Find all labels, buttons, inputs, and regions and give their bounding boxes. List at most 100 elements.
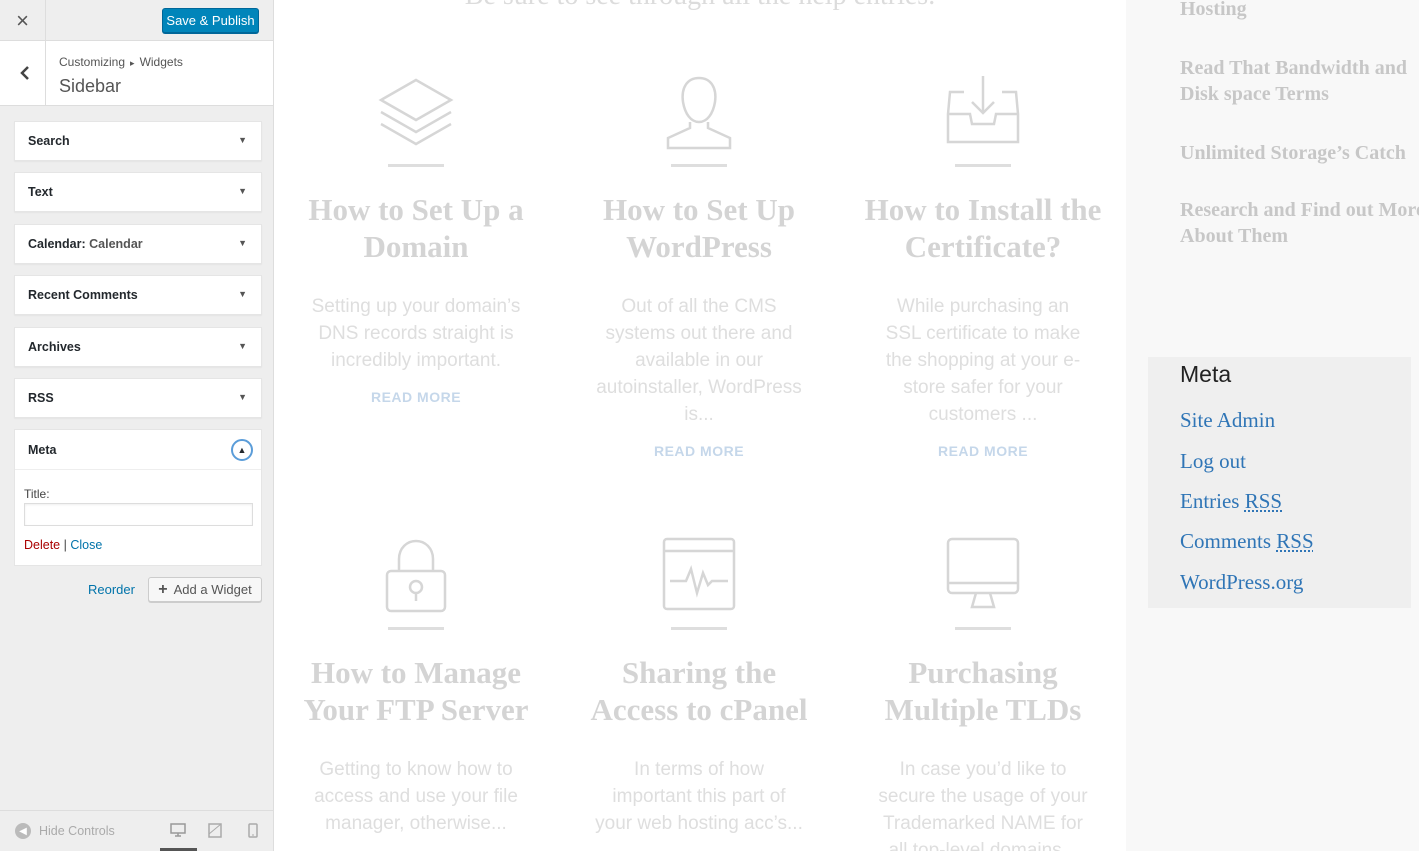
card-title[interactable]: Sharing the Access to cPanel bbox=[579, 654, 819, 728]
breadcrumb-current: Widgets bbox=[139, 55, 183, 69]
add-widget-label: Add a Widget bbox=[173, 582, 252, 597]
card-excerpt: While purchasing an SSL certificate to m… bbox=[885, 296, 1081, 425]
close-link[interactable]: Close bbox=[70, 538, 102, 552]
widget-meta-expanded: Meta ▲ Title: Delete | Close bbox=[14, 429, 262, 566]
card-excerpt: Setting up your domain’s DNS records str… bbox=[311, 296, 521, 371]
back-button[interactable] bbox=[0, 41, 46, 105]
monitor-icon bbox=[946, 537, 1020, 609]
recent-post-link[interactable]: Unlimited Storage’s Catch bbox=[1180, 140, 1419, 166]
divider bbox=[671, 627, 727, 630]
entries-rss-link[interactable]: Entries RSS bbox=[1180, 489, 1282, 514]
card-title[interactable]: How to Install the Certificate? bbox=[863, 191, 1103, 265]
widget-title: Calendar bbox=[89, 237, 143, 251]
widget-label: Search bbox=[28, 134, 70, 148]
card-title[interactable]: How to Set Up a Domain bbox=[296, 191, 536, 265]
read-more-link[interactable]: READ MORE bbox=[296, 389, 536, 405]
meta-title: Meta bbox=[1180, 361, 1232, 387]
help-heading: Be sure to see through all the help entr… bbox=[274, 0, 1126, 12]
customizer-panel: × Save & Publish Customizing ▸ Widgets Sid… bbox=[0, 0, 274, 851]
divider bbox=[671, 164, 727, 167]
rss-abbr: RSS bbox=[1244, 489, 1283, 513]
hide-controls-label: Hide Controls bbox=[39, 824, 115, 838]
customizer-footer: ◀ Hide Controls bbox=[0, 810, 273, 851]
arrow-up-icon[interactable]: ▲ bbox=[231, 439, 253, 461]
arrow-down-icon[interactable]: ▼ bbox=[238, 341, 247, 351]
help-card: Purchasing Multiple TLDs In case you’d l… bbox=[863, 535, 1103, 851]
plus-icon: + bbox=[158, 580, 168, 598]
divider bbox=[388, 627, 444, 630]
breadcrumb-sep: ▸ bbox=[130, 58, 135, 68]
card-title[interactable]: Purchasing Multiple TLDs bbox=[863, 654, 1103, 728]
arrow-down-icon[interactable]: ▼ bbox=[238, 392, 247, 402]
hide-controls-button[interactable]: ◀ Hide Controls bbox=[15, 823, 115, 839]
card-title[interactable]: How to Set Up WordPress bbox=[579, 191, 819, 265]
recent-post-link[interactable]: Read That Bandwidth and Disk space Terms bbox=[1180, 55, 1419, 107]
mobile-icon[interactable] bbox=[248, 823, 258, 838]
wordpress-org-link[interactable]: WordPress.org bbox=[1180, 570, 1303, 595]
widget-rss[interactable]: RSS ▼ bbox=[14, 378, 262, 418]
desktop-icon[interactable] bbox=[170, 823, 186, 837]
reorder-link[interactable]: Reorder bbox=[88, 582, 135, 597]
delete-link[interactable]: Delete bbox=[24, 538, 60, 552]
comments-rss-text: Comments bbox=[1180, 529, 1277, 553]
widget-calendar[interactable]: Calendar: Calendar ▼ bbox=[14, 224, 262, 264]
close-icon: × bbox=[16, 7, 29, 33]
widget-meta-header[interactable]: Meta ▲ bbox=[15, 430, 261, 470]
site-admin-link[interactable]: Site Admin bbox=[1180, 408, 1275, 433]
lock-icon bbox=[385, 539, 447, 613]
comments-rss-link[interactable]: Comments RSS bbox=[1180, 529, 1314, 554]
widget-label: Text bbox=[28, 185, 53, 199]
arrow-down-icon[interactable]: ▼ bbox=[238, 238, 247, 248]
divider bbox=[955, 164, 1011, 167]
section-title: Sidebar bbox=[59, 76, 122, 96]
widget-search[interactable]: Search ▼ bbox=[14, 121, 262, 161]
help-card: How to Set Up WordPress Out of all the C… bbox=[579, 72, 819, 459]
browser-pulse-icon bbox=[662, 537, 736, 611]
widget-label: Calendar: Calendar bbox=[28, 237, 143, 251]
recent-post-link[interactable]: Research and Find out More About Them bbox=[1180, 197, 1419, 249]
log-out-link[interactable]: Log out bbox=[1180, 449, 1246, 474]
widget-actions: Delete | Close bbox=[24, 538, 102, 552]
sidebar-preview: Hosting Read That Bandwidth and Disk spa… bbox=[1126, 0, 1419, 851]
help-card: Sharing the Access to cPanel In terms of… bbox=[579, 535, 819, 837]
save-publish-button[interactable]: Save & Publish bbox=[162, 8, 259, 33]
recent-post-link[interactable]: Hosting bbox=[1180, 0, 1419, 22]
site-preview: Be sure to see through all the help entr… bbox=[274, 0, 1419, 851]
title-field-label: Title: bbox=[24, 487, 50, 501]
help-card: How to Set Up a Domain Setting up your d… bbox=[296, 72, 536, 405]
section-header: Customizing ▸ Widgets Sidebar bbox=[0, 41, 273, 106]
arrow-down-icon[interactable]: ▼ bbox=[238, 289, 247, 299]
widget-label: Archives bbox=[28, 340, 81, 354]
card-excerpt: In terms of how important this part of y… bbox=[595, 759, 803, 834]
customizer-header: × Save & Publish bbox=[0, 0, 273, 41]
meta-widget-preview: Meta Site Admin Log out Entries RSS Comm… bbox=[1148, 357, 1411, 608]
widget-label: Recent Comments bbox=[28, 288, 138, 302]
widget-text[interactable]: Text ▼ bbox=[14, 172, 262, 212]
help-card: How to Install the Certificate? While pu… bbox=[863, 72, 1103, 459]
title-input[interactable] bbox=[24, 503, 253, 526]
preview-content: Be sure to see through all the help entr… bbox=[274, 0, 1126, 851]
widget-label: Meta bbox=[28, 443, 57, 457]
layers-icon bbox=[378, 78, 454, 146]
widget-recent-comments[interactable]: Recent Comments ▼ bbox=[14, 275, 262, 315]
collapse-arrow-icon: ◀ bbox=[15, 823, 31, 839]
entries-rss-text: Entries bbox=[1180, 489, 1245, 513]
close-customizer-button[interactable]: × bbox=[0, 0, 46, 41]
tablet-icon[interactable] bbox=[208, 823, 222, 838]
widget-label: RSS bbox=[28, 391, 54, 405]
read-more-link[interactable]: READ MORE bbox=[863, 443, 1103, 459]
arrow-down-icon[interactable]: ▼ bbox=[238, 135, 247, 145]
widget-archives[interactable]: Archives ▼ bbox=[14, 327, 262, 367]
card-excerpt: In case you’d like to secure the usage o… bbox=[878, 759, 1088, 851]
arrow-down-icon[interactable]: ▼ bbox=[238, 186, 247, 196]
actions-separator: | bbox=[63, 538, 67, 552]
divider bbox=[955, 627, 1011, 630]
card-excerpt: Getting to know how to access and use yo… bbox=[314, 759, 518, 834]
read-more-link[interactable]: READ MORE bbox=[579, 443, 819, 459]
divider bbox=[388, 164, 444, 167]
user-icon bbox=[666, 76, 732, 150]
card-title[interactable]: How to Manage Your FTP Server bbox=[296, 654, 536, 728]
chevron-left-icon bbox=[19, 66, 29, 80]
widget-type: Calendar: bbox=[28, 237, 86, 251]
add-widget-button[interactable]: + Add a Widget bbox=[148, 577, 262, 602]
